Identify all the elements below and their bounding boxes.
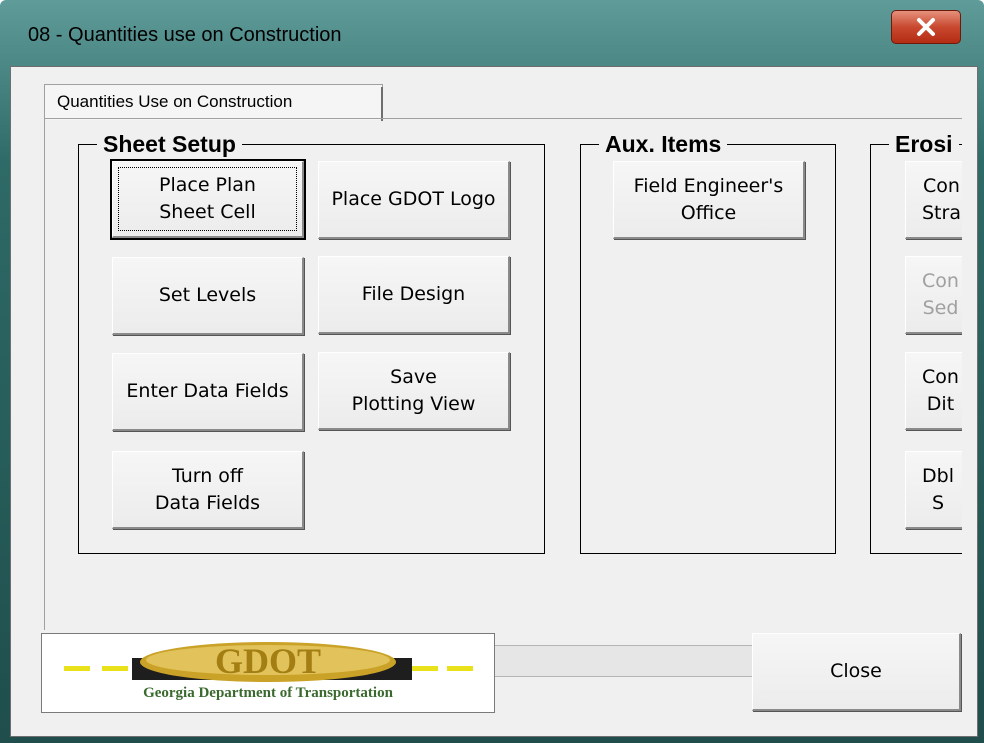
gdot-logo-caption: Georgia Department of Transportation	[143, 685, 393, 701]
place-plan-sheet-cell-button[interactable]: Place Plan Sheet Cell	[110, 159, 306, 240]
erosion-title: Erosi	[889, 131, 959, 157]
set-levels-button[interactable]: Set Levels	[112, 257, 304, 335]
place-gdot-logo-button[interactable]: Place GDOT Logo	[318, 161, 510, 239]
dialog-window: 08 - Quantities use on Construction Quan…	[0, 0, 984, 743]
aux-items-title: Aux. Items	[599, 131, 728, 157]
file-design-button[interactable]: File Design	[318, 256, 510, 334]
close-button[interactable]: Close	[752, 633, 961, 711]
field-engineers-office-button[interactable]: Field Engineer's Office	[613, 161, 805, 239]
window-title: 08 - Quantities use on Construction	[28, 24, 342, 46]
save-plotting-view-button[interactable]: Save Plotting View	[318, 352, 510, 430]
gdot-logo-graphic: GDOT	[64, 641, 473, 682]
dialog-client-area: Quantities Use on Construction Sheet Set…	[10, 66, 978, 737]
sheet-setup-title: Sheet Setup	[97, 131, 242, 157]
turn-off-data-fields-button[interactable]: Turn off Data Fields	[112, 451, 304, 529]
gdot-wordmark: GDOT	[215, 641, 321, 681]
tab-quantities-use-on-construction[interactable]: Quantities Use on Construction	[44, 84, 383, 121]
close-x-icon	[917, 18, 935, 36]
erosion-con-stra-button[interactable]: Con Stra	[905, 161, 962, 239]
window-close-button[interactable]	[891, 10, 961, 44]
gdot-logo: GDOT Georgia Department of Transportatio…	[41, 633, 495, 713]
tab-page: Sheet Setup Place Plan Sheet Cell Place …	[44, 118, 962, 630]
erosion-con-sed-button[interactable]: Con Sed	[905, 256, 962, 334]
erosion-dbl-s-button[interactable]: Dbl S	[905, 451, 962, 529]
erosion-con-dit-button[interactable]: Con Dit	[905, 352, 962, 430]
enter-data-fields-button[interactable]: Enter Data Fields	[112, 353, 304, 431]
title-bar[interactable]: 08 - Quantities use on Construction	[0, 0, 984, 66]
